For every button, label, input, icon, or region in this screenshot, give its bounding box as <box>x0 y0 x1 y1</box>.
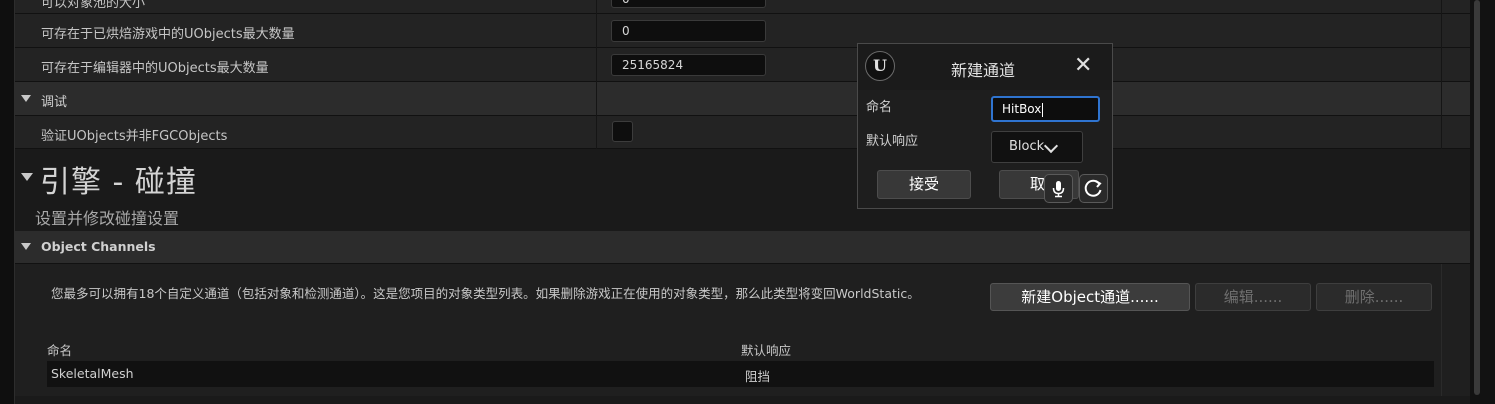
refresh-icon <box>1084 179 1102 197</box>
left-panel-edge <box>0 0 15 404</box>
dropdown-value: Block <box>1009 139 1045 154</box>
close-icon[interactable]: ✕ <box>1074 55 1092 77</box>
verify-checkbox[interactable] <box>612 121 633 142</box>
unreal-logo-icon: U <box>865 51 895 81</box>
editor-max-field[interactable]: 25165824 <box>611 54 766 76</box>
accept-button[interactable]: 接受 <box>877 170 971 199</box>
edit-button[interactable]: 编辑...... <box>1195 283 1311 311</box>
name-label: 命名 <box>866 100 893 115</box>
triangle-down-icon <box>21 243 31 250</box>
row-label: 可存在于编辑器中的UObjects最大数量 <box>41 61 269 76</box>
dialog-title: 新建通道 <box>951 61 1016 80</box>
channel-name-cell: SkeletalMesh <box>51 366 134 381</box>
refresh-button[interactable] <box>1079 174 1108 203</box>
object-channels-description: 您最多可以拥有18个自定义通道（包括对象和检测通道）。这是您项目的对象类型列表。… <box>51 286 920 301</box>
table-row[interactable] <box>47 361 1434 387</box>
settings-row-verify: 验证UObjects并非FGCObjects <box>15 116 1470 149</box>
new-object-channel-button[interactable]: 新建Object通道...... <box>990 283 1190 311</box>
row-label: 可存在于已烘焙游戏中的UObjects最大数量 <box>41 27 295 42</box>
row-label: 验证UObjects并非FGCObjects <box>41 129 228 144</box>
triangle-down-icon[interactable] <box>21 173 33 181</box>
baked-max-field[interactable]: 0 <box>611 20 766 42</box>
pool-size-field[interactable]: 0 <box>611 0 766 8</box>
column-header-name[interactable]: 命名 <box>47 340 72 359</box>
category-label: 调试 <box>41 95 68 110</box>
category-object-channels[interactable]: Object Channels <box>15 231 1470 264</box>
category-label: Object Channels <box>41 239 156 254</box>
section-title: 引擎 - 碰撞 <box>40 165 197 200</box>
delete-button[interactable]: 删除...... <box>1316 283 1432 311</box>
microphone-button[interactable] <box>1044 174 1073 203</box>
column-divider <box>1441 0 1442 149</box>
scrollbar-thumb[interactable] <box>1474 0 1480 395</box>
triangle-down-icon <box>21 95 31 102</box>
default-response-label: 默认响应 <box>866 134 919 149</box>
text-caret <box>1042 102 1044 117</box>
category-debug[interactable]: 调试 <box>15 82 1470 116</box>
row-label: 可以对象池的大小 <box>41 0 146 11</box>
default-response-dropdown[interactable]: Block <box>991 131 1083 163</box>
microphone-icon <box>1052 181 1065 198</box>
column-divider <box>1441 264 1442 396</box>
column-divider[interactable] <box>596 0 597 149</box>
column-header-response[interactable]: 默认响应 <box>741 340 791 359</box>
channel-name-input[interactable]: HitBox <box>991 96 1100 122</box>
channel-response-cell: 阻挡 <box>745 369 771 384</box>
channel-name-value: HitBox <box>1002 102 1042 116</box>
section-subtitle: 设置并修改碰撞设置 <box>35 209 180 228</box>
